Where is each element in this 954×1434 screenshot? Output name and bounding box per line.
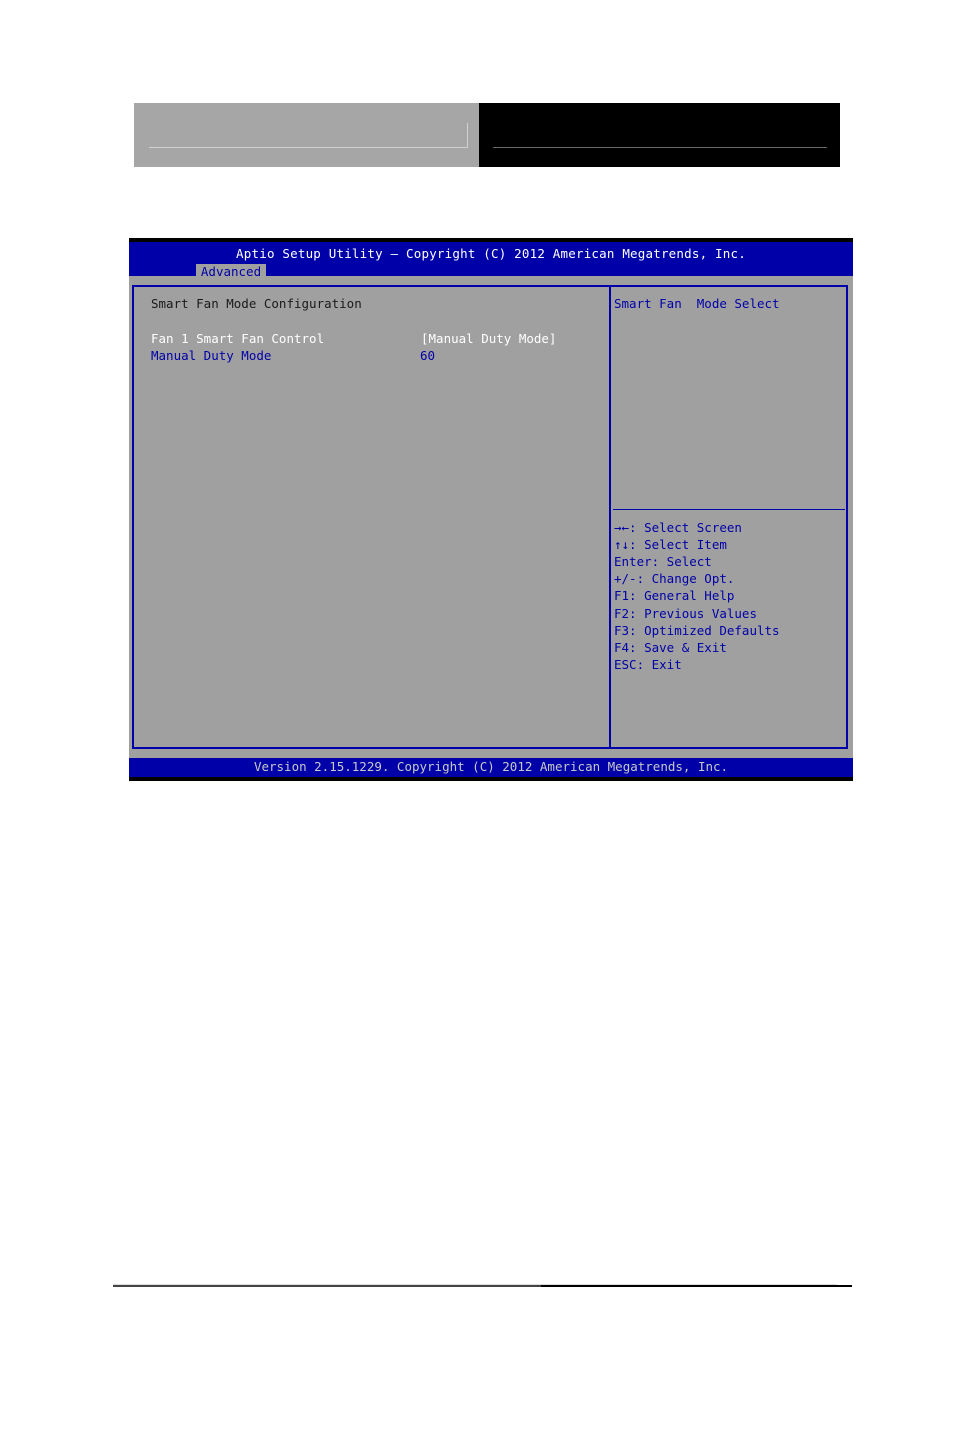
header-rule xyxy=(493,147,827,148)
key-help-item: ↑↓: Select Item xyxy=(614,537,727,552)
key-help-item: F2: Previous Values xyxy=(614,606,757,621)
key-help-item: →←: Select Screen xyxy=(614,520,742,535)
key-help-item: F4: Save & Exit xyxy=(614,640,727,655)
setting-value[interactable]: 60 xyxy=(420,347,435,364)
setting-value[interactable]: [Manual Duty Mode] xyxy=(421,330,556,347)
panel-divider xyxy=(609,285,611,749)
help-divider xyxy=(613,509,845,510)
header-rule-vertical xyxy=(467,123,468,148)
bios-version-text: Version 2.15.1229. Copyright (C) 2012 Am… xyxy=(253,759,729,774)
help-text: Smart Fan Mode Select xyxy=(614,296,780,311)
page-footer-rule-left xyxy=(113,1285,541,1287)
key-help-item: F1: General Help xyxy=(614,588,735,603)
key-help-item: Enter: Select xyxy=(614,554,712,569)
bios-title-bar: Aptio Setup Utility – Copyright (C) 2012… xyxy=(129,242,853,280)
document-header-right-band xyxy=(479,103,840,167)
header-rule xyxy=(149,147,467,148)
section-heading: Smart Fan Mode Configuration xyxy=(151,296,362,311)
page-footer-rule-right xyxy=(541,1285,852,1287)
bios-footer-bar: Version 2.15.1229. Copyright (C) 2012 Am… xyxy=(129,758,853,777)
key-help-item: ESC: Exit xyxy=(614,657,682,672)
document-header-left-band xyxy=(134,103,479,167)
setting-label[interactable]: Manual Duty Mode xyxy=(151,347,271,364)
bios-setup-screen: Aptio Setup Utility – Copyright (C) 2012… xyxy=(129,238,853,781)
bios-title: Aptio Setup Utility – Copyright (C) 2012… xyxy=(236,246,746,261)
setting-label[interactable]: Fan 1 Smart Fan Control xyxy=(151,330,324,347)
bios-body: Smart Fan Mode Configuration Fan 1 Smart… xyxy=(129,276,853,758)
key-help-item: +/-: Change Opt. xyxy=(614,571,735,586)
key-help-item: F3: Optimized Defaults xyxy=(614,623,780,638)
